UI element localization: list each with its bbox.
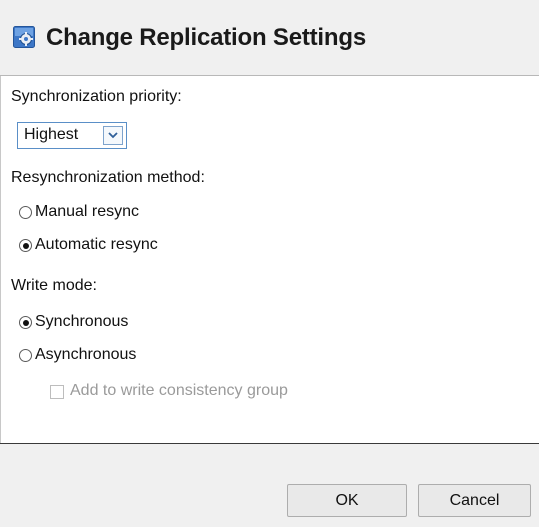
automatic-resync-label[interactable]: Automatic resync <box>35 236 158 254</box>
sync-priority-select[interactable]: Highest <box>17 122 127 149</box>
cancel-button[interactable]: Cancel <box>418 484 531 517</box>
change-replication-settings-dialog: Change Replication Settings Synchronizat… <box>0 0 539 527</box>
synchronous-radio-button[interactable] <box>19 316 32 329</box>
manual-resync-label[interactable]: Manual resync <box>35 203 139 221</box>
dialog-header: Change Replication Settings <box>0 0 539 76</box>
automatic-resync-radio-button[interactable] <box>19 239 32 252</box>
asynchronous-label[interactable]: Asynchronous <box>35 346 136 364</box>
dialog-title: Change Replication Settings <box>46 24 366 51</box>
write-consistency-group-checkbox <box>50 385 64 399</box>
manual-resync-radio-button[interactable] <box>19 206 32 219</box>
dialog-border <box>0 76 1 444</box>
sync-priority-value: Highest <box>24 126 79 143</box>
ok-button[interactable]: OK <box>287 484 407 517</box>
resync-method-label: Resynchronization method: <box>11 169 205 186</box>
asynchronous-radio-button[interactable] <box>19 349 32 362</box>
chevron-down-icon[interactable] <box>103 126 123 145</box>
write-consistency-group-label: Add to write consistency group <box>70 382 288 399</box>
sync-priority-label: Synchronization priority: <box>11 88 182 105</box>
synchronous-label[interactable]: Synchronous <box>35 313 128 331</box>
replication-settings-icon <box>13 26 35 48</box>
write-mode-label: Write mode: <box>11 277 97 294</box>
